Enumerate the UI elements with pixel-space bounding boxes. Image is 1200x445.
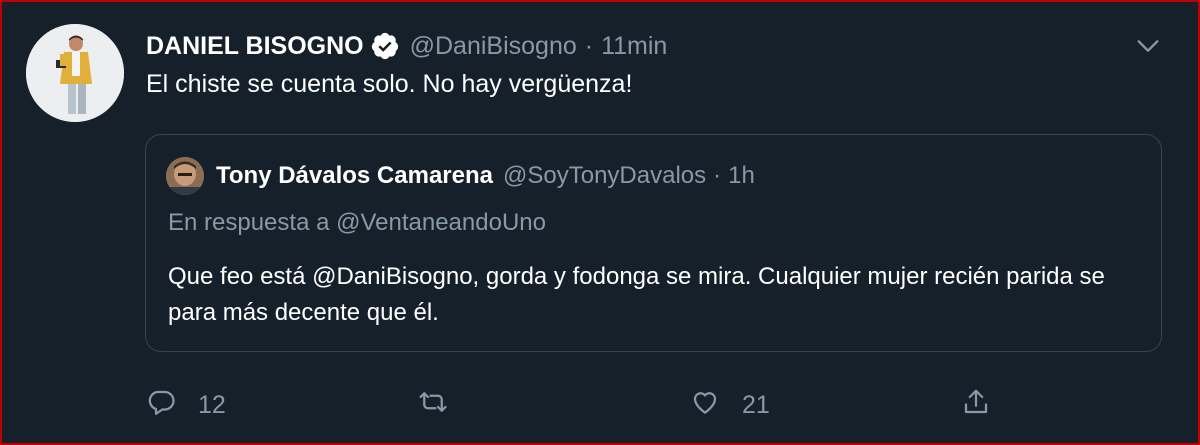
- like-icon: [690, 387, 720, 424]
- quoted-author-avatar[interactable]: [166, 157, 204, 195]
- quoted-author-handle[interactable]: @SoyTonyDavalos: [503, 162, 706, 190]
- author-name[interactable]: DANIEL BISOGNO: [146, 32, 364, 61]
- share-icon: [961, 387, 991, 424]
- author-handle[interactable]: @DaniBisogno: [410, 32, 577, 61]
- chevron-down-icon[interactable]: [1134, 32, 1162, 60]
- tweet-timestamp[interactable]: 11min: [601, 32, 667, 61]
- quoted-author-name[interactable]: Tony Dávalos Camarena: [216, 162, 493, 190]
- verified-badge-icon: [370, 31, 400, 61]
- quoted-header-separator: ·: [713, 162, 722, 189]
- tweet-text: El chiste se cuenta solo. No hay vergüen…: [146, 70, 633, 98]
- header-separator: ·: [584, 31, 594, 60]
- retweet-icon: [418, 387, 448, 424]
- reply-count: 12: [198, 390, 226, 419]
- like-count: 21: [742, 390, 770, 419]
- author-avatar[interactable]: [26, 24, 124, 122]
- tweet-actions: 12 21: [146, 385, 1146, 425]
- like-button[interactable]: 21: [690, 385, 770, 425]
- reply-to-text: En respuesta a @VentaneandoUno: [168, 209, 546, 236]
- quoted-tweet-text: Que feo está @DaniBisogno, gorda y fodon…: [168, 263, 1105, 326]
- tweet-header: DANIEL BISOGNO @DaniBisogno · 11min: [146, 28, 667, 64]
- share-button[interactable]: [961, 385, 991, 425]
- quoted-tweet[interactable]: Tony Dávalos Camarena @SoyTonyDavalos · …: [145, 134, 1162, 352]
- retweet-button[interactable]: [418, 385, 470, 425]
- reply-button[interactable]: 12: [146, 385, 226, 425]
- tweet-card: DANIEL BISOGNO @DaniBisogno · 11min El c…: [2, 2, 1198, 443]
- reply-icon: [146, 387, 176, 424]
- quoted-tweet-header: Tony Dávalos Camarena @SoyTonyDavalos · …: [216, 158, 755, 194]
- quoted-tweet-timestamp[interactable]: 1h: [728, 162, 755, 190]
